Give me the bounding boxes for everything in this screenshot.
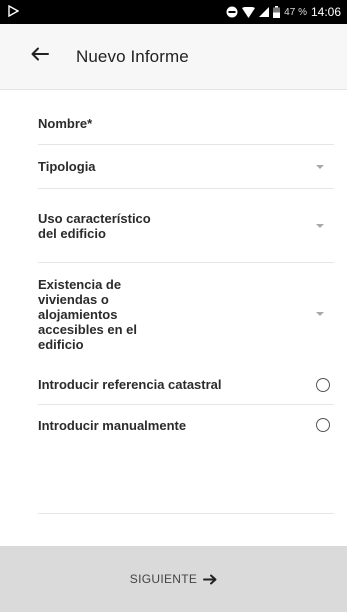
- wifi-icon: [242, 6, 256, 18]
- status-bar: 47 % 14:06: [0, 0, 347, 24]
- uso-select[interactable]: Uso característico del edificio: [38, 189, 334, 263]
- ref-catastral-radio[interactable]: [316, 377, 330, 392]
- ref-catastral-label: Introducir referencia catastral: [38, 377, 222, 392]
- manual-label: Introducir manualmente: [38, 417, 187, 433]
- dropdown-caret-icon: [316, 312, 324, 316]
- back-button[interactable]: [18, 35, 62, 79]
- app-bar: Nuevo Informe: [0, 24, 347, 90]
- dropdown-caret-icon: [316, 164, 324, 169]
- arrow-left-icon: [31, 47, 49, 66]
- status-time: 14:06: [310, 5, 341, 19]
- next-button[interactable]: SIGUIENTE: [0, 546, 347, 612]
- dropdown-caret-icon: [316, 223, 324, 228]
- do-not-disturb-icon: [226, 6, 238, 18]
- existencia-label: Existencia de viviendas o alojamientos a…: [38, 276, 138, 352]
- ref-catastral-option[interactable]: Introducir referencia catastral: [38, 365, 334, 405]
- status-right: 47 % 14:06: [226, 5, 341, 19]
- divider: [38, 513, 334, 514]
- report-form: Nombre* Tipologia Uso característico del…: [38, 98, 334, 445]
- uso-label: Uso característico del edificio: [38, 210, 151, 241]
- play-store-icon: [8, 4, 20, 20]
- manual-radio[interactable]: [316, 418, 330, 432]
- manual-option[interactable]: Introducir manualmente: [38, 405, 334, 445]
- battery-icon: [273, 6, 281, 18]
- tipologia-select[interactable]: Tipologia: [38, 145, 334, 189]
- tipologia-label: Tipologia: [38, 159, 96, 174]
- status-left: [8, 4, 20, 20]
- battery-percent: 47 %: [284, 6, 307, 18]
- nombre-label: Nombre*: [38, 115, 93, 131]
- nombre-field[interactable]: Nombre*: [38, 98, 334, 145]
- page-title: Nuevo Informe: [76, 46, 189, 66]
- next-button-label: SIGUIENTE: [129, 572, 198, 586]
- signal-icon: [259, 7, 270, 17]
- arrow-right-icon: [203, 574, 217, 585]
- existencia-select[interactable]: Existencia de viviendas o alojamientos a…: [38, 263, 334, 365]
